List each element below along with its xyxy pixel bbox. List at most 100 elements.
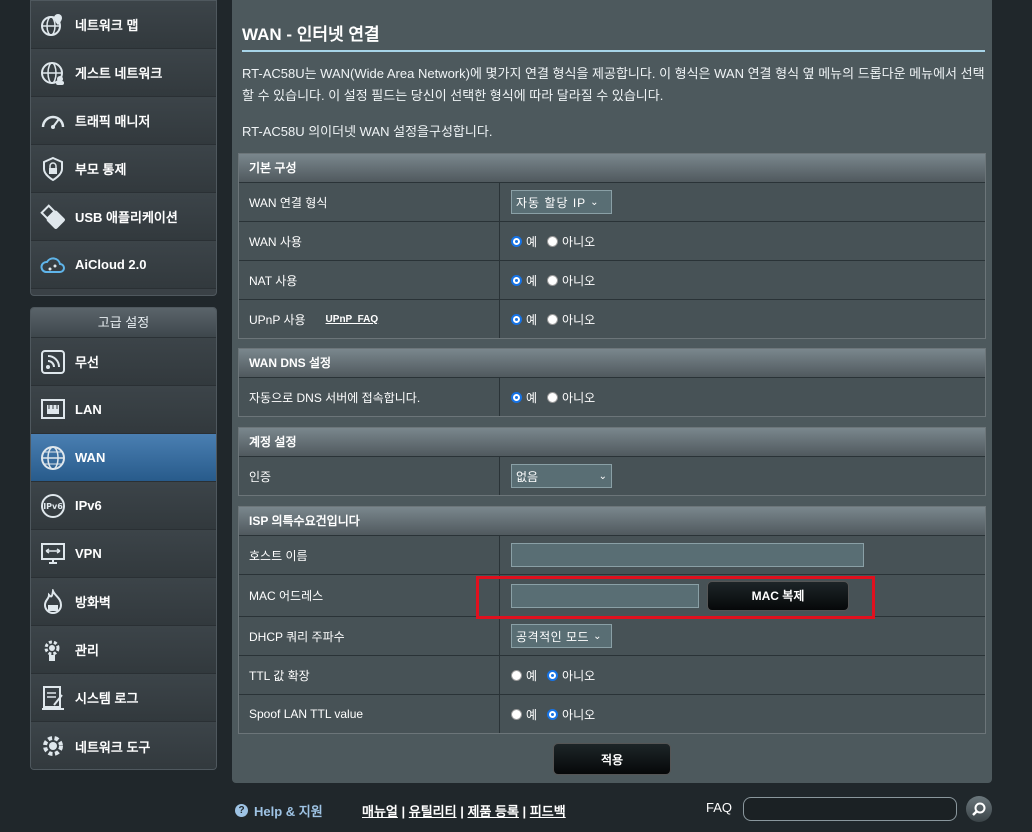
aicloud-icon — [39, 251, 67, 279]
ttl-yes-radio[interactable]: 예 — [511, 667, 543, 684]
row-label: UPnP 사용 UPnP FAQ — [239, 300, 500, 338]
section-header: WAN DNS 설정 — [239, 349, 985, 377]
footer-links: 매뉴얼 | 유틸리티 | 제품 등록 | 피드백 — [362, 804, 566, 819]
select-value: 공격적인 모드 — [516, 629, 590, 644]
help-icon: ? — [235, 804, 248, 817]
row-label: 호스트 이름 — [239, 536, 500, 574]
help-support-link[interactable]: ? Help & 지원 — [235, 801, 323, 820]
ttl-no-radio[interactable]: 아니오 — [547, 667, 601, 684]
nat-yes-radio[interactable]: 예 — [511, 272, 543, 289]
select-value: 자동 할당 IP — [516, 195, 587, 210]
hostname-input[interactable] — [511, 543, 864, 567]
auth-row: 인증 없음 ⌄ — [239, 456, 985, 495]
sidebar-item-label: LAN — [75, 402, 102, 417]
page-description: RT-AC58U는 WAN(Wide Area Network)에 몇가지 연결… — [242, 66, 985, 103]
sidebar-item-label: 방화벽 — [75, 595, 111, 610]
dhcp-query-select[interactable]: 공격적인 모드 ⌄ — [511, 624, 612, 648]
sidebar: 네트워크 맵 게스트 네트워크 트래픽 매니저 부모 통제 USB 애플리케이션 — [30, 0, 217, 770]
apply-button[interactable]: 적용 — [553, 743, 671, 775]
wan-enable-no-radio[interactable]: 아니오 — [547, 233, 601, 250]
dhcp-row: DHCP 쿼리 주파수 공격적인 모드 ⌄ — [239, 616, 985, 655]
network-map-icon — [39, 11, 67, 39]
row-label: 인증 — [239, 457, 500, 495]
auto-dns-yes-radio[interactable]: 예 — [511, 389, 543, 406]
auth-select[interactable]: 없음 ⌄ — [511, 464, 612, 488]
sidebar-item-guest-network[interactable]: 게스트 네트워크 — [31, 49, 216, 97]
radio-label: 예 — [526, 312, 538, 327]
sidebar-item-wireless[interactable]: 무선 — [31, 338, 216, 386]
radio-label: 예 — [526, 707, 538, 722]
section-header: 계정 설정 — [239, 428, 985, 456]
faq-search-button[interactable] — [966, 796, 992, 822]
row-label: TTL 값 확장 — [239, 656, 500, 694]
spoof-ttl-yes-radio[interactable]: 예 — [511, 706, 543, 723]
spoof-ttl-row: Spoof LAN TTL value 예 아니오 — [239, 694, 985, 733]
sidebar-item-network-map[interactable]: 네트워크 맵 — [31, 1, 216, 49]
radio-label: 예 — [526, 668, 538, 683]
upnp-yes-radio[interactable]: 예 — [511, 311, 543, 328]
general-menu: 네트워크 맵 게스트 네트워크 트래픽 매니저 부모 통제 USB 애플리케이션 — [30, 0, 217, 296]
radio-label: 예 — [526, 234, 538, 249]
sidebar-item-ipv6[interactable]: IPv6 IPv6 — [31, 482, 216, 530]
title-divider — [242, 50, 985, 52]
sidebar-item-label: 시스템 로그 — [75, 691, 139, 706]
wan-globe-icon — [39, 444, 67, 472]
row-label: MAC 어드레스 — [239, 575, 500, 616]
advanced-settings-header: 고급 설정 — [31, 308, 216, 338]
advanced-menu: 고급 설정 무선 LAN WAN IPv6 IPv6 VPN 방화벽 관리 시스… — [30, 307, 217, 770]
wan-dns-section: WAN DNS 설정 자동으로 DNS 서버에 접속합니다. 예 아니오 — [238, 348, 986, 417]
row-label: 자동으로 DNS 서버에 접속합니다. — [239, 378, 500, 416]
row-label: DHCP 쿼리 주파수 — [239, 617, 500, 655]
radio-label: 아니오 — [562, 312, 596, 327]
sidebar-item-aicloud[interactable]: AiCloud 2.0 — [31, 241, 216, 289]
manual-link[interactable]: 매뉴얼 — [362, 804, 398, 819]
radio-label: 아니오 — [562, 390, 596, 405]
administration-icon — [39, 636, 67, 664]
upnp-faq-link[interactable]: UPnP FAQ — [326, 314, 379, 325]
sidebar-item-network-tools[interactable]: 네트워크 도구 — [31, 722, 216, 769]
feedback-link[interactable]: 피드백 — [530, 804, 566, 819]
account-section: 계정 설정 인증 없음 ⌄ — [238, 427, 986, 496]
auto-dns-row: 자동으로 DNS 서버에 접속합니다. 예 아니오 — [239, 377, 985, 416]
guest-network-icon — [39, 59, 67, 87]
product-register-link[interactable]: 제품 등록 — [467, 804, 518, 819]
upnp-no-radio[interactable]: 아니오 — [547, 311, 601, 328]
svg-text:IPv6: IPv6 — [43, 502, 63, 511]
radio-label: 아니오 — [562, 273, 596, 288]
spoof-ttl-no-radio[interactable]: 아니오 — [547, 706, 601, 723]
sidebar-item-lan[interactable]: LAN — [31, 386, 216, 434]
sidebar-item-label: USB 애플리케이션 — [75, 210, 178, 225]
hostname-row: 호스트 이름 — [239, 535, 985, 574]
faq-search-input[interactable] — [743, 797, 957, 821]
radio-label: 예 — [526, 390, 538, 405]
footer: ? Help & 지원 매뉴얼 | 유틸리티 | 제품 등록 | 피드백 FAQ — [0, 795, 1032, 832]
wan-type-select[interactable]: 자동 할당 IP ⌄ — [511, 190, 612, 214]
sidebar-item-usb-application[interactable]: USB 애플리케이션 — [31, 193, 216, 241]
help-label: Help & 지원 — [254, 804, 323, 819]
auto-dns-no-radio[interactable]: 아니오 — [547, 389, 601, 406]
row-label: WAN 사용 — [239, 222, 500, 260]
sidebar-item-parental-control[interactable]: 부모 통제 — [31, 145, 216, 193]
sidebar-item-label: 관리 — [75, 643, 99, 658]
ttl-row: TTL 값 확장 예 아니오 — [239, 655, 985, 694]
sidebar-item-label: 네트워크 도구 — [75, 739, 151, 755]
sidebar-item-label: AiCloud 2.0 — [75, 257, 147, 272]
sidebar-item-vpn[interactable]: VPN — [31, 530, 216, 578]
page-subdescription: RT-AC58U 의이더넷 WAN 설정을구성합니다. — [242, 124, 493, 139]
sidebar-item-wan[interactable]: WAN — [31, 434, 216, 482]
radio-label: 아니오 — [562, 234, 596, 249]
system-log-icon — [39, 684, 67, 712]
ipv6-icon: IPv6 — [39, 492, 67, 520]
wireless-icon — [39, 348, 67, 376]
wan-enable-yes-radio[interactable]: 예 — [511, 233, 543, 250]
basic-config-section: 기본 구성 WAN 연결 형식 자동 할당 IP ⌄ WAN 사용 예 아니오 … — [238, 153, 986, 339]
sidebar-item-administration[interactable]: 관리 — [31, 626, 216, 674]
sidebar-item-firewall[interactable]: 방화벽 — [31, 578, 216, 626]
chevron-down-icon: ⌄ — [593, 630, 602, 642]
nat-no-radio[interactable]: 아니오 — [547, 272, 601, 289]
utility-link[interactable]: 유틸리티 — [409, 804, 457, 819]
highlight-box — [476, 576, 875, 619]
row-label: WAN 연결 형식 — [239, 183, 500, 221]
sidebar-item-traffic-manager[interactable]: 트래픽 매니저 — [31, 97, 216, 145]
sidebar-item-system-log[interactable]: 시스템 로그 — [31, 674, 216, 722]
